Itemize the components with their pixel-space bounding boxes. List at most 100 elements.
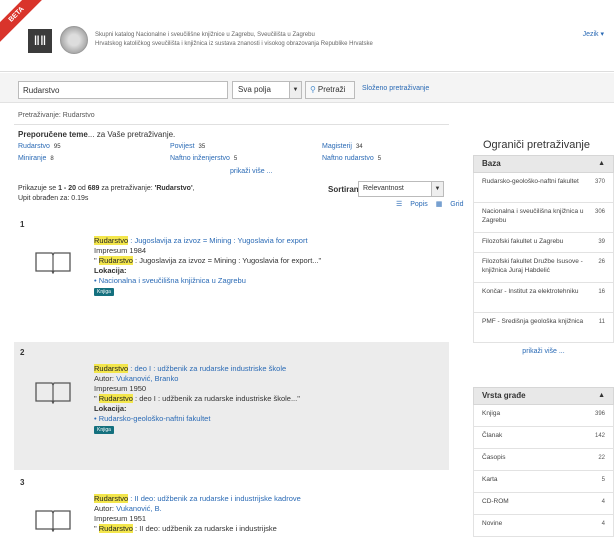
search-bar: Sva polja ▼ ⚲Pretraži Složeno pretraživa… [0, 73, 614, 103]
facet-item[interactable]: Rudarsko-geološko-naftni fakultet 370 [473, 173, 614, 203]
search-input[interactable] [18, 81, 228, 99]
facet-count: 22 [598, 455, 605, 461]
list-view-label: Popis [410, 201, 428, 208]
grid-icon: ▦ [435, 201, 443, 208]
facet-item[interactable]: Knjiga 396 [473, 405, 614, 427]
snippet-text: : Jugoslavija za izvoz = Mining : Yugosl… [135, 256, 322, 265]
facet-item[interactable]: Filozofski fakultet u Zagrebu 39 [473, 233, 614, 253]
topic-count: 35 [198, 144, 206, 150]
snippet-pre: " [94, 256, 97, 265]
result-title: : Jugoslavija za izvoz = Mining : Yugosl… [130, 236, 308, 245]
snippet-text: : deo I : udžbenik za rudarske industris… [135, 394, 300, 403]
collapse-triangle-icon: ▲ [598, 392, 605, 399]
collapse-triangle-icon: ▲ [598, 160, 605, 167]
facet-count: 5 [601, 477, 605, 483]
facet-header-vrsta-grade[interactable]: Vrsta građe ▲ [473, 387, 614, 405]
topic-label[interactable]: Povijest [170, 143, 195, 150]
facet-heading: Baza [482, 159, 501, 168]
facet-item[interactable]: CD-ROM 4 [473, 493, 614, 515]
location-link[interactable]: • Rudarsko-geološko-naftni fakultet [94, 414, 210, 423]
advanced-search-link[interactable]: Složeno pretraživanje [362, 85, 429, 92]
results-of: od [77, 185, 86, 192]
facet-item[interactable]: Karta 5 [473, 471, 614, 493]
result-author: Autor: Vukanović, Branko [94, 374, 344, 384]
grid-view-link[interactable]: ▦ Grid [430, 201, 464, 208]
results-range: 1 - 20 [58, 185, 76, 192]
location-link[interactable]: • Nacionalna i sveučilišna knjižnica u Z… [94, 276, 246, 285]
snippet-highlight: Rudarstvo [98, 524, 133, 533]
snippet-highlight: Rudarstvo [98, 256, 133, 265]
facet-label: Filozofski fakultet Družbe Isusove - knj… [482, 258, 583, 274]
result-item: 2 Rudarstvo : deo I : udžbenik za rudars… [14, 342, 449, 470]
topic-link[interactable]: Miniranje 8 [18, 155, 54, 162]
topic-link[interactable]: Naftno rudarstvo 5 [322, 155, 381, 162]
facet-header-baza[interactable]: Baza ▲ [473, 155, 614, 173]
topic-link[interactable]: Povijest 35 [170, 143, 205, 150]
result-body: Rudarstvo : Jugoslavija za izvoz = Minin… [94, 236, 344, 296]
facet-item[interactable]: Nacionalna i sveučilišna knjižnica u Zag… [473, 203, 614, 233]
author-label: Autor: [94, 504, 115, 513]
library-logo[interactable]: ⅡⅡ [28, 29, 52, 53]
topic-label[interactable]: Magisterij [322, 143, 352, 150]
facet-item[interactable]: Časopis 22 [473, 449, 614, 471]
topic-label[interactable]: Rudarstvo [18, 143, 50, 150]
facet-count: 11 [598, 319, 605, 325]
search-button-label: Pretraži [317, 85, 346, 94]
topic-label[interactable]: Miniranje [18, 155, 46, 162]
author-label: Autor: [94, 374, 115, 383]
facet-label: Knjiga [482, 410, 501, 417]
results-query: 'Rudarstvo' [154, 185, 193, 192]
facet-item[interactable]: Novine 4 [473, 515, 614, 537]
highlight-term: Rudarstvo [94, 236, 129, 245]
list-view-link[interactable]: ☰ Popis [390, 201, 428, 208]
topic-label[interactable]: Naftno rudarstvo [322, 155, 374, 162]
show-more-topics-link[interactable]: prikaži više ... [230, 168, 272, 175]
facet-item[interactable]: Končar - Institut za elektrotehniku 16 [473, 283, 614, 313]
result-item: 3 Rudarstvo : II deo: udžbenik za rudars… [14, 472, 449, 539]
facet-count: 4 [601, 521, 605, 527]
topic-link[interactable]: Rudarstvo 95 [18, 143, 61, 150]
list-icon: ☰ [396, 201, 403, 208]
facet-count: 142 [594, 433, 605, 439]
facet-item[interactable]: Filozofski fakultet Družbe Isusove - knj… [473, 253, 614, 283]
facet-item[interactable]: PMF - Središnja geološka knjižnica 11 [473, 313, 614, 343]
format-badge: Knjiga [94, 426, 114, 434]
result-title: : deo I : udžbenik za rudarske industris… [130, 364, 287, 373]
location-label: Lokacija: [94, 266, 127, 275]
topic-link[interactable]: Magisterij 34 [322, 143, 363, 150]
facet-count: 396 [594, 411, 605, 417]
topic-link[interactable]: Naftno inženjerstvo 5 [170, 155, 237, 162]
recommended-title-bold: Preporučene teme [18, 130, 88, 139]
topic-count: 5 [233, 156, 238, 162]
sort-select[interactable]: Relevantnost ▼ [358, 181, 444, 197]
facet-label: Nacionalna i sveučilišna knjižnica u Zag… [482, 208, 584, 224]
header: BETA ⅡⅡ Skupni katalog Nacionalne i sveu… [0, 0, 614, 72]
facet-count: 26 [598, 259, 605, 265]
results-prefix: Prikazuje se [18, 185, 57, 192]
result-title-link[interactable]: Rudarstvo : II deo: udžbenik za rudarske… [94, 494, 301, 503]
topic-label[interactable]: Naftno inženjerstvo [170, 155, 230, 162]
grid-view-label: Grid [450, 201, 464, 208]
highlight-term: Rudarstvo [94, 494, 129, 503]
divider [14, 124, 449, 125]
search-field-select[interactable]: Sva polja ▼ [232, 81, 302, 99]
result-snippet: " Rudarstvo : deo I : udžbenik za rudars… [94, 394, 344, 404]
language-dropdown[interactable]: Jezik ▾ [583, 30, 604, 38]
search-button[interactable]: ⚲ Pretraži [305, 81, 355, 99]
facet-item[interactable]: Članak 142 [473, 427, 614, 449]
results-summary: Prikazuje se 1 - 20 od 689 za pretraživa… [18, 185, 195, 202]
result-title-link[interactable]: Rudarstvo : Jugoslavija za izvoz = Minin… [94, 236, 308, 245]
author-link[interactable]: Vukanović, Branko [116, 374, 178, 383]
topic-count: 5 [377, 156, 382, 162]
view-toggle: ☰ Popis ▦ Grid [390, 200, 464, 208]
result-title-link[interactable]: Rudarstvo : deo I : udžbenik za rudarske… [94, 364, 286, 373]
university-seal-logo[interactable] [60, 26, 88, 54]
facet-heading: Vrsta građe [482, 391, 526, 400]
show-more-facets-link[interactable]: prikaži više ... [473, 348, 614, 355]
result-impressum: Impresum 1951 [94, 514, 147, 523]
snippet-text: : II deo: udžbenik za rudarske i industr… [135, 524, 277, 533]
recommended-topics-title: Preporučene teme... za Vaše pretraživanj… [18, 130, 175, 139]
query-time: Upit obrađen za: 0.19s [18, 195, 89, 202]
author-link[interactable]: Vukanović, B. [116, 504, 162, 513]
recommended-title-rest: ... za Vaše pretraživanje. [87, 130, 176, 139]
